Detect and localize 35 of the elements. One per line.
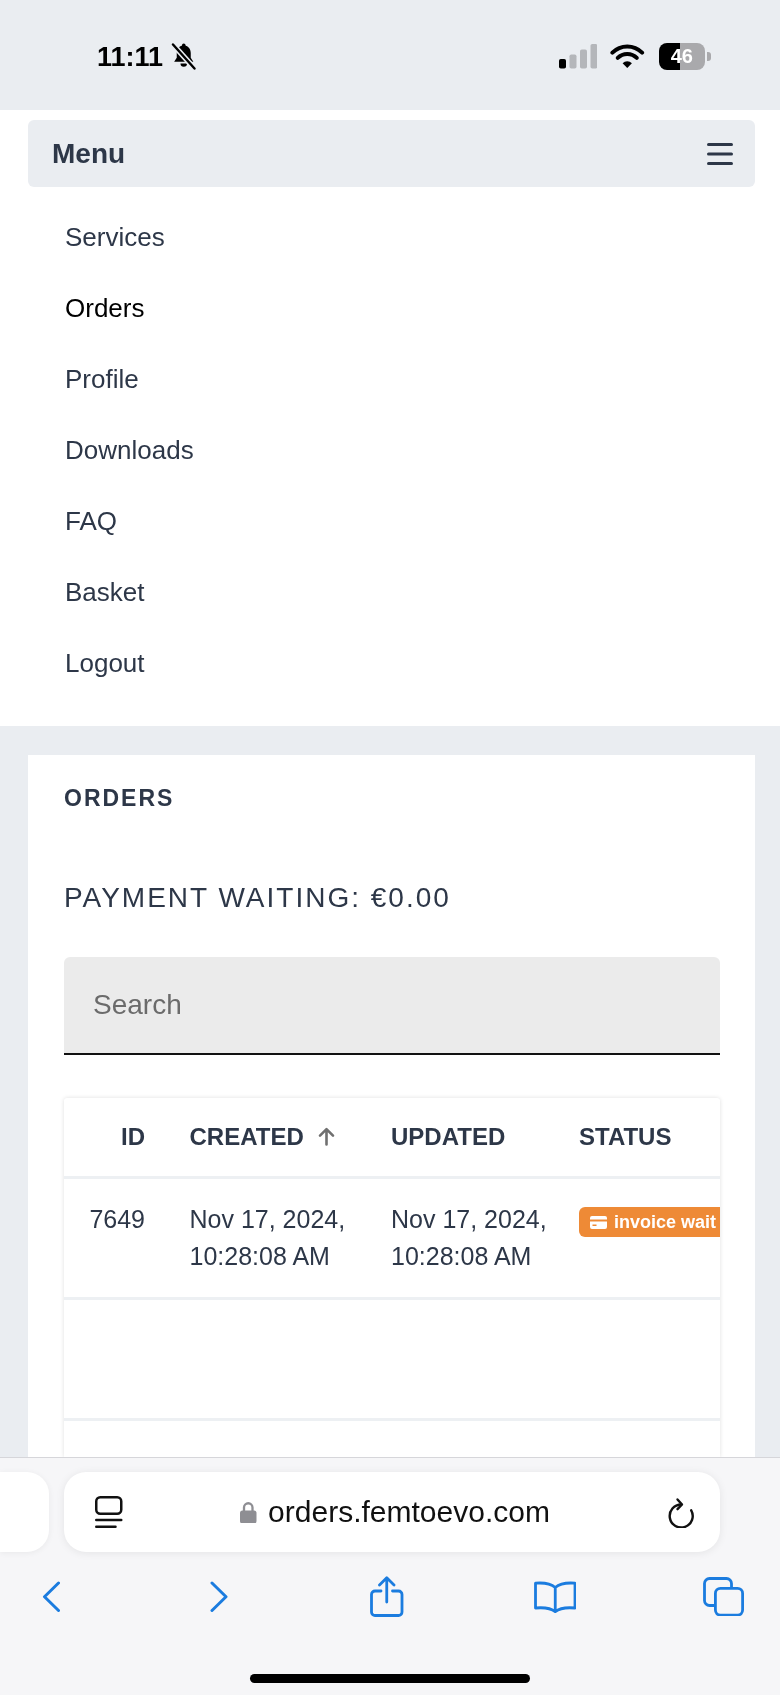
column-header[interactable]: CREATED — [165, 1097, 367, 1176]
chevron-left-icon[interactable] — [41, 1580, 61, 1613]
column-header[interactable]: ID — [64, 1097, 165, 1176]
menu-link[interactable]: Basket — [65, 574, 145, 609]
table-cell-text: Nov 17, 2024, 10:28:08 AM — [188, 1203, 347, 1272]
lock-icon — [240, 1500, 257, 1524]
menu-title: Menu — [52, 136, 126, 171]
share-icon[interactable] — [370, 1576, 404, 1617]
book-icon[interactable] — [533, 1579, 577, 1614]
menu-link[interactable]: Orders — [65, 290, 145, 325]
column-header[interactable]: UPDATED — [366, 1097, 555, 1176]
reload-icon[interactable] — [667, 1495, 694, 1529]
reader-icon[interactable] — [95, 1496, 123, 1528]
search-field[interactable]: Search — [64, 956, 720, 1055]
url-text: orders.femtoevo.com — [268, 1494, 550, 1530]
menu-link[interactable]: Logout — [65, 645, 145, 680]
column-header[interactable]: STATUS — [554, 1097, 720, 1176]
address-bar[interactable]: orders.femtoevo.com — [64, 1472, 720, 1552]
menu-icon[interactable] — [707, 142, 733, 165]
section-title: ORDERS — [64, 784, 175, 813]
menu-link[interactable]: FAQ — [65, 503, 117, 538]
payment-waiting-text: PAYMENT WAITING: €0.00 — [64, 881, 451, 915]
table-cell-text: 7649 — [88, 1203, 146, 1235]
menu-link[interactable]: Services — [65, 219, 165, 254]
wifi-icon — [610, 44, 645, 69]
table-cell-text: Nov 17, 2024, 10:28:08 AM — [390, 1203, 548, 1272]
credit-card-icon — [590, 1215, 607, 1229]
menu-link[interactable]: Downloads — [65, 432, 194, 467]
clock-text: 11:11 — [97, 40, 164, 73]
bell-slash-icon — [171, 43, 197, 70]
chevron-right-icon[interactable] — [209, 1580, 229, 1613]
menu-link[interactable]: Profile — [65, 361, 139, 396]
signal-icon — [558, 44, 597, 69]
status-text: invoice wait — [614, 1211, 717, 1234]
overlapping-squares-icon[interactable] — [702, 1576, 744, 1617]
